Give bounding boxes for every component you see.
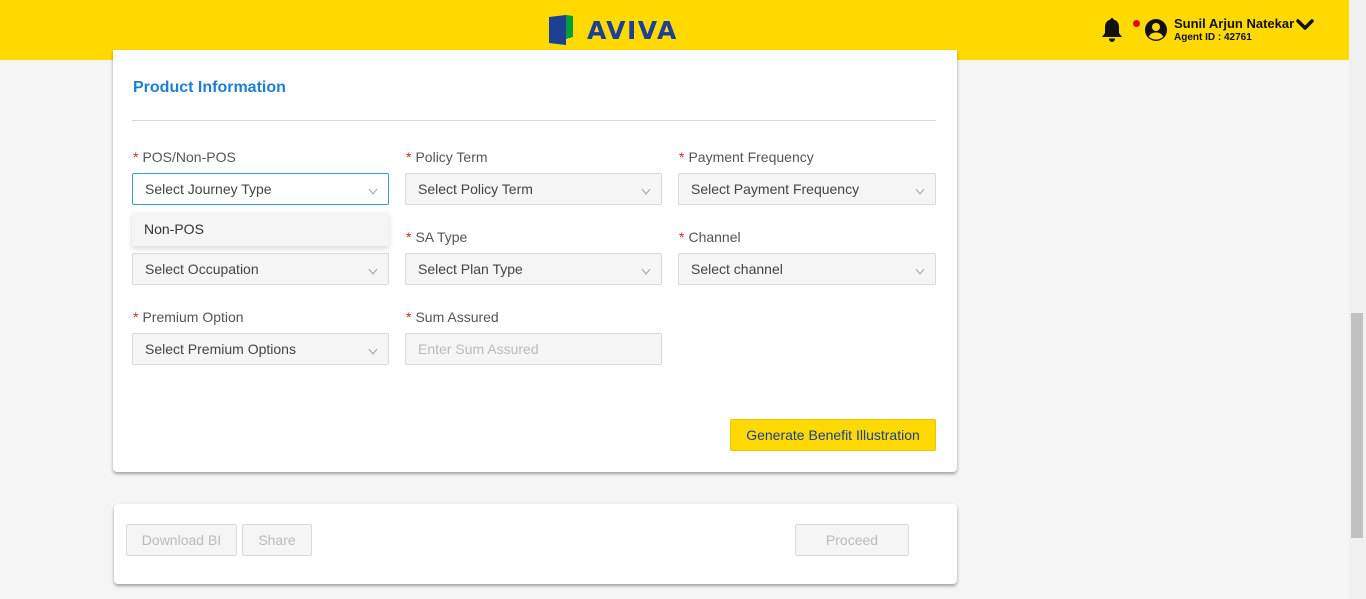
sum-assured-placeholder: Enter Sum Assured [418, 341, 539, 357]
aviva-logo-icon [549, 15, 580, 45]
user-name[interactable]: Sunil Arjun Natekar [1174, 16, 1294, 31]
user-avatar-icon[interactable] [1144, 18, 1168, 42]
journey-type-select[interactable]: Select Journey Type [132, 173, 389, 205]
section-title: Product Information [133, 79, 286, 96]
premium-option-label: * Premium Option [133, 309, 244, 325]
journey-type-value: Select Journey Type [145, 181, 272, 197]
notification-dot [1133, 20, 1140, 27]
payment-frequency-select[interactable]: Select Payment Frequency [678, 173, 936, 205]
scrollbar-thumb[interactable] [1351, 313, 1363, 538]
pos-label: * POS/Non-POS [133, 149, 236, 165]
download-bi-button[interactable]: Download BI [126, 524, 237, 556]
notification-bell-icon[interactable] [1100, 17, 1124, 43]
chevron-down-icon [915, 188, 925, 195]
sum-assured-input[interactable]: Enter Sum Assured [405, 333, 662, 365]
policy-term-label: * Policy Term [406, 149, 488, 165]
channel-label: * Channel [679, 229, 741, 245]
payment-frequency-label: * Payment Frequency [679, 149, 814, 165]
premium-options-value: Select Premium Options [145, 341, 296, 357]
occupation-value: Select Occupation [145, 261, 259, 277]
aviva-logo[interactable]: AVIVA [549, 14, 678, 46]
sa-type-label: * SA Type [406, 229, 468, 245]
agent-id: Agent ID : 42761 [1174, 32, 1252, 43]
proceed-button[interactable]: Proceed [795, 524, 909, 556]
chevron-down-icon [641, 188, 651, 195]
chevron-down-icon [915, 268, 925, 275]
plan-type-value: Select Plan Type [418, 261, 523, 277]
chevron-down-icon[interactable] [1296, 18, 1314, 32]
brand-name: AVIVA [587, 15, 678, 45]
section-divider [132, 120, 936, 121]
channel-select[interactable]: Select channel [678, 253, 936, 285]
premium-options-select[interactable]: Select Premium Options [132, 333, 389, 365]
chevron-down-icon [368, 268, 378, 275]
occupation-select[interactable]: Select Occupation [132, 253, 389, 285]
share-button[interactable]: Share [242, 524, 312, 556]
policy-term-select[interactable]: Select Policy Term [405, 173, 662, 205]
payment-frequency-value: Select Payment Frequency [691, 181, 860, 197]
chevron-down-icon [368, 188, 378, 195]
channel-value: Select channel [691, 261, 783, 277]
chevron-down-icon [368, 348, 378, 355]
journey-type-dropdown: Non-POS [132, 212, 389, 246]
policy-term-value: Select Policy Term [418, 181, 533, 197]
plan-type-select[interactable]: Select Plan Type [405, 253, 662, 285]
generate-benefit-illustration-button[interactable]: Generate Benefit Illustration [730, 419, 936, 451]
chevron-down-icon [641, 268, 651, 275]
sum-assured-label: * Sum Assured [406, 309, 499, 325]
dropdown-option-non-pos[interactable]: Non-POS [132, 212, 389, 246]
page-scrollbar[interactable] [1349, 0, 1366, 599]
